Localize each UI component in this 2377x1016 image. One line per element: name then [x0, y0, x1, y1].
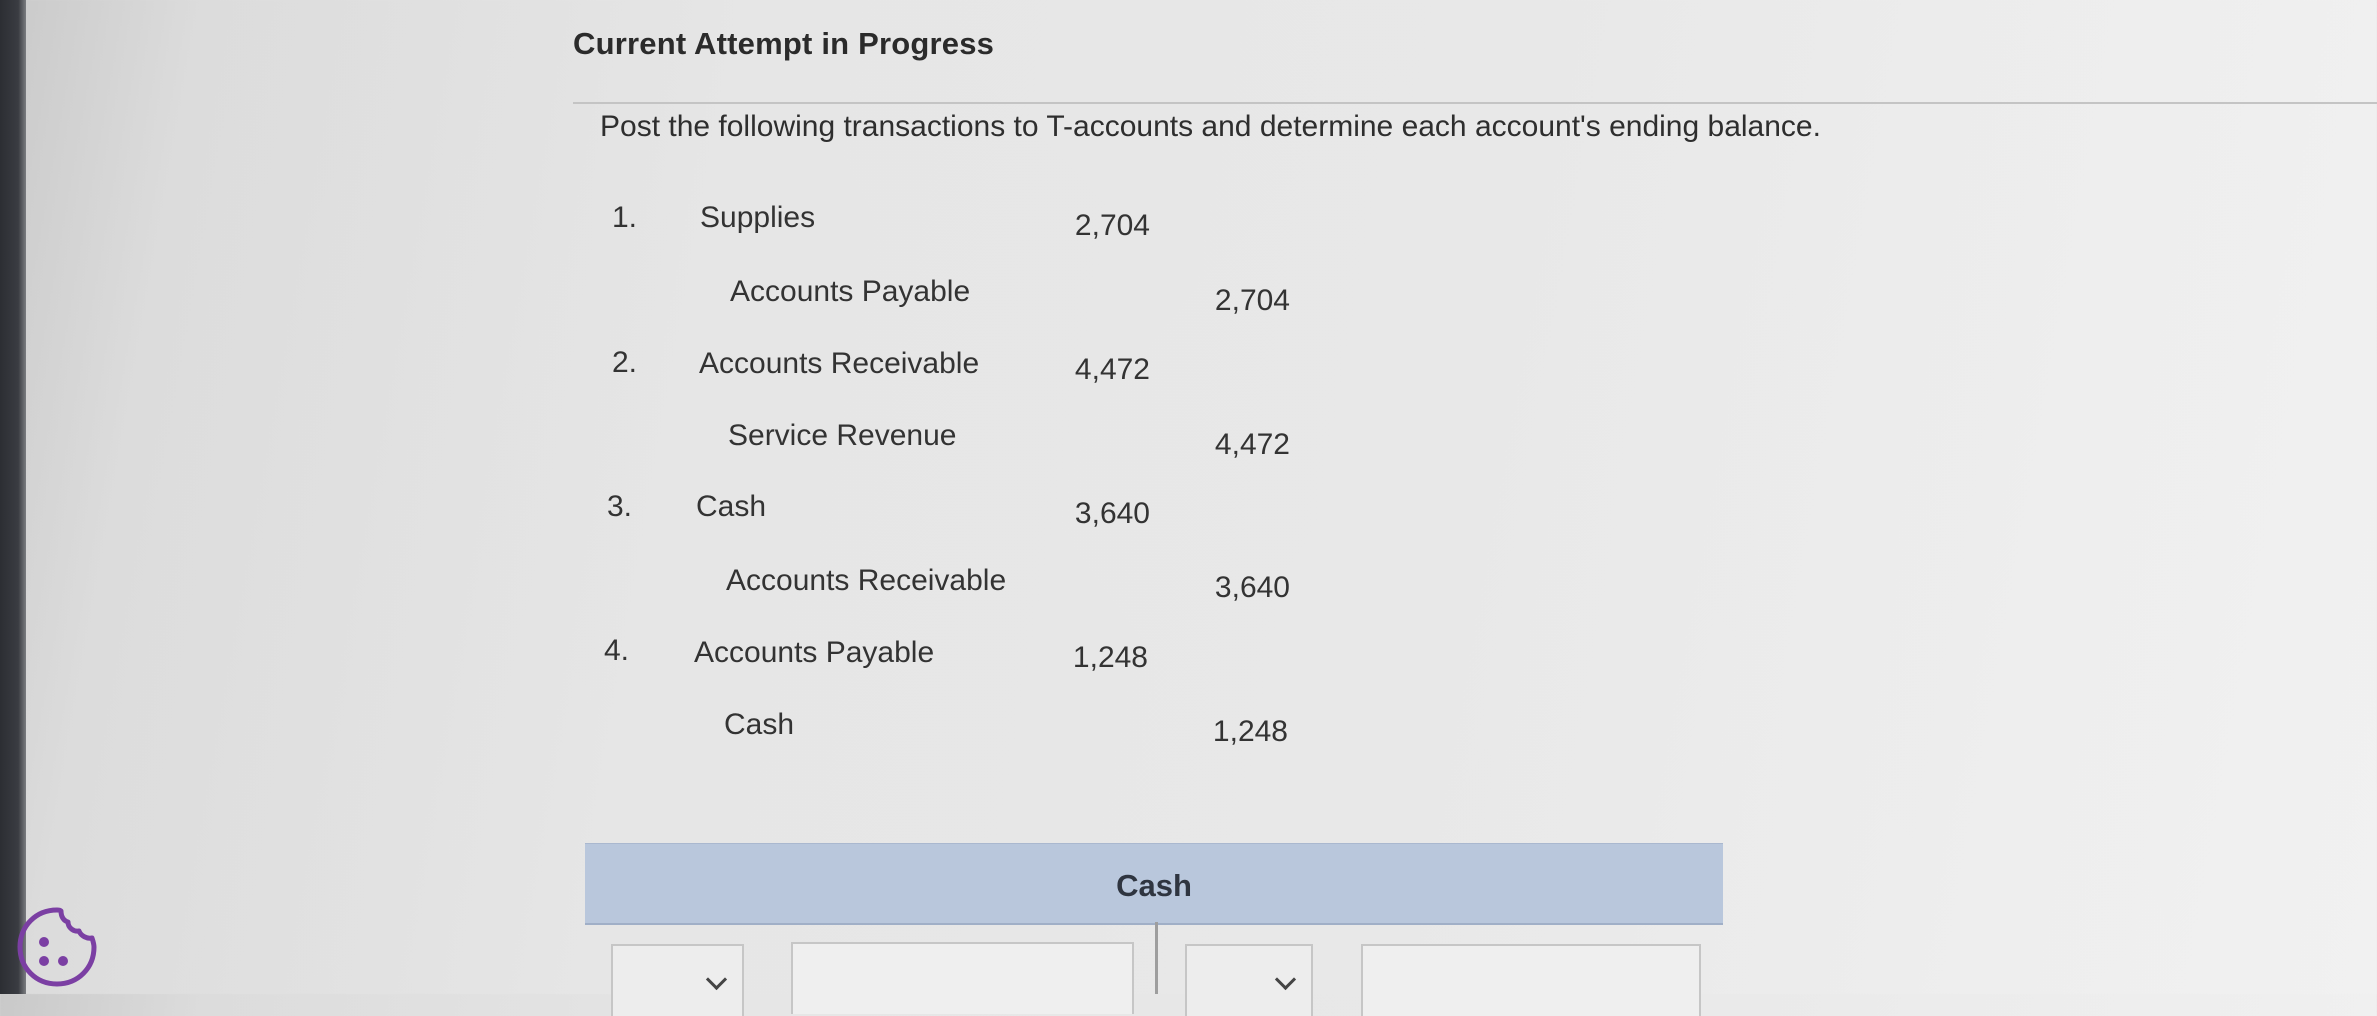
debit-account: Accounts Payable	[694, 636, 935, 669]
t-account-divider	[1155, 922, 1158, 994]
heading-divider	[573, 102, 2377, 104]
cookie-settings-button[interactable]	[16, 906, 98, 988]
transaction-number: 3.	[607, 490, 633, 523]
transaction-number: 1.	[612, 201, 638, 234]
credit-account: Accounts Payable	[730, 275, 971, 308]
right-amount-input[interactable]	[1361, 944, 1701, 1016]
right-entry-select[interactable]	[1185, 944, 1313, 1016]
credit-account: Cash	[724, 708, 795, 741]
chevron-down-icon	[705, 968, 728, 991]
credit-amount: 2,704	[1214, 284, 1290, 317]
transaction-number: 2.	[612, 346, 638, 379]
cookie-icon	[17, 907, 97, 987]
debit-account: Cash	[696, 490, 767, 523]
question-instructions: Post the following transactions to T-acc…	[600, 110, 1821, 143]
left-amount-input[interactable]	[791, 942, 1134, 1014]
t-account-header: Cash	[585, 843, 1723, 925]
credit-amount: 4,472	[1214, 428, 1290, 461]
credit-account: Service Revenue	[728, 419, 957, 452]
debit-amount: 1,248	[1072, 641, 1148, 674]
transaction-number: 4.	[604, 634, 630, 667]
debit-amount: 3,640	[1074, 497, 1150, 530]
credit-amount: 3,640	[1214, 571, 1290, 604]
t-account-title: Cash	[1116, 868, 1192, 903]
page-title: Current Attempt in Progress	[573, 26, 995, 61]
debit-account: Supplies	[700, 201, 816, 234]
debit-account: Accounts Receivable	[699, 347, 980, 380]
credit-amount: 1,248	[1212, 715, 1288, 748]
screen-bezel	[0, 0, 26, 994]
credit-account: Accounts Receivable	[726, 564, 1007, 597]
left-entry-select[interactable]	[611, 944, 744, 1016]
debit-amount: 2,704	[1074, 209, 1150, 242]
debit-amount: 4,472	[1074, 353, 1150, 386]
chevron-down-icon	[1274, 968, 1297, 991]
